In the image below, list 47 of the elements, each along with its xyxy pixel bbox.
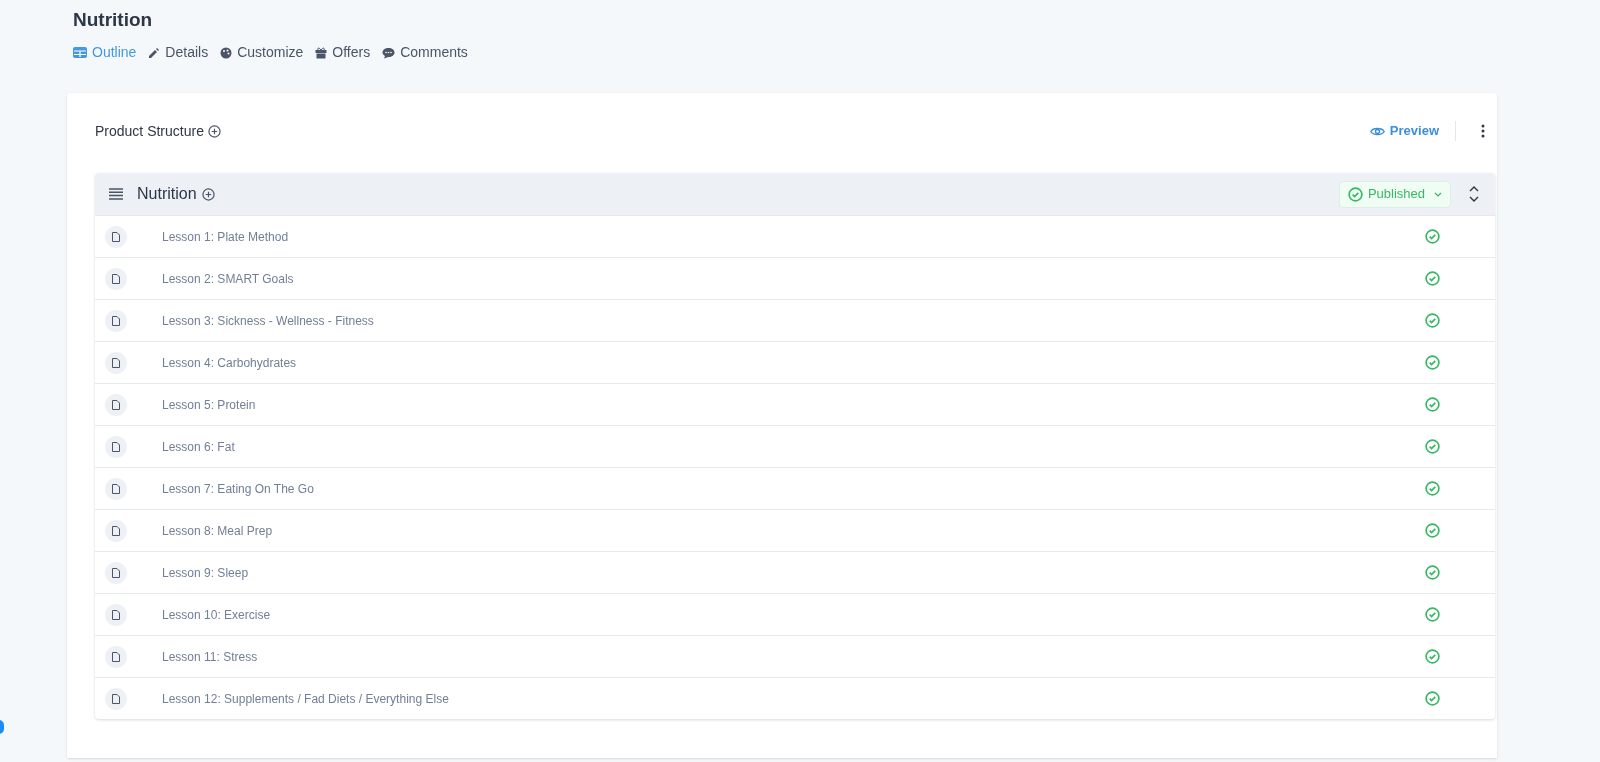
document-icon [105, 351, 127, 374]
section-title: Product Structure [95, 121, 204, 141]
add-icon[interactable] [207, 124, 221, 138]
lesson-title[interactable]: Lesson 3: Sickness - Wellness - Fitness [162, 311, 1425, 330]
menu-icon[interactable] [109, 188, 123, 200]
lesson-title[interactable]: Lesson 6: Fat [162, 437, 1425, 456]
lesson-title[interactable]: Lesson 1: Plate Method [162, 227, 1425, 246]
chat-icon [382, 46, 396, 59]
lesson-title[interactable]: Lesson 10: Exercise [162, 605, 1425, 624]
add-icon[interactable] [201, 187, 215, 201]
tab[interactable]: Offers [315, 42, 371, 63]
document-icon [105, 561, 127, 584]
lesson-title[interactable]: Lesson 8: Meal Prep [162, 521, 1425, 540]
check-circle-icon [1347, 186, 1363, 202]
document-icon [105, 393, 127, 416]
document-icon [105, 477, 127, 500]
document-icon [105, 687, 127, 710]
more-options-icon[interactable] [1481, 124, 1485, 138]
gift-icon [315, 46, 328, 59]
module-title: Nutrition [137, 184, 197, 204]
document-icon [105, 519, 127, 542]
page-title: Nutrition [73, 8, 154, 32]
lesson-title[interactable]: Lesson 5: Protein [162, 395, 1425, 414]
document-icon [105, 645, 127, 668]
eye-icon [1369, 125, 1385, 137]
document-icon [105, 225, 127, 248]
tab[interactable]: Comments [382, 42, 468, 63]
document-icon [105, 309, 127, 332]
lesson-title[interactable]: Lesson 11: Stress [162, 647, 1425, 666]
document-icon [105, 267, 127, 290]
tab[interactable]: Details [148, 42, 209, 63]
lesson-title[interactable]: Lesson 2: SMART Goals [162, 269, 1425, 288]
chevron-down-icon [1434, 191, 1442, 197]
table-icon [73, 47, 87, 58]
expand-collapse-icon[interactable] [1469, 186, 1479, 202]
lesson-title[interactable]: Lesson 9: Sleep [162, 563, 1425, 582]
document-icon [105, 603, 127, 626]
tab[interactable]: Outline [73, 42, 137, 63]
lesson-title[interactable]: Lesson 7: Eating On The Go [162, 479, 1425, 498]
preview-button[interactable]: Preview [1369, 121, 1456, 141]
document-icon [105, 435, 127, 458]
pencil-icon [148, 46, 161, 59]
lesson-title[interactable]: Lesson 4: Carbohydrates [162, 353, 1425, 372]
status-dropdown[interactable]: Published [1338, 180, 1451, 208]
tab[interactable]: Customize [220, 42, 304, 63]
lesson-title[interactable]: Lesson 12: Supplements / Fad Diets / Everything Else [162, 689, 1425, 708]
palette-icon [220, 46, 233, 59]
